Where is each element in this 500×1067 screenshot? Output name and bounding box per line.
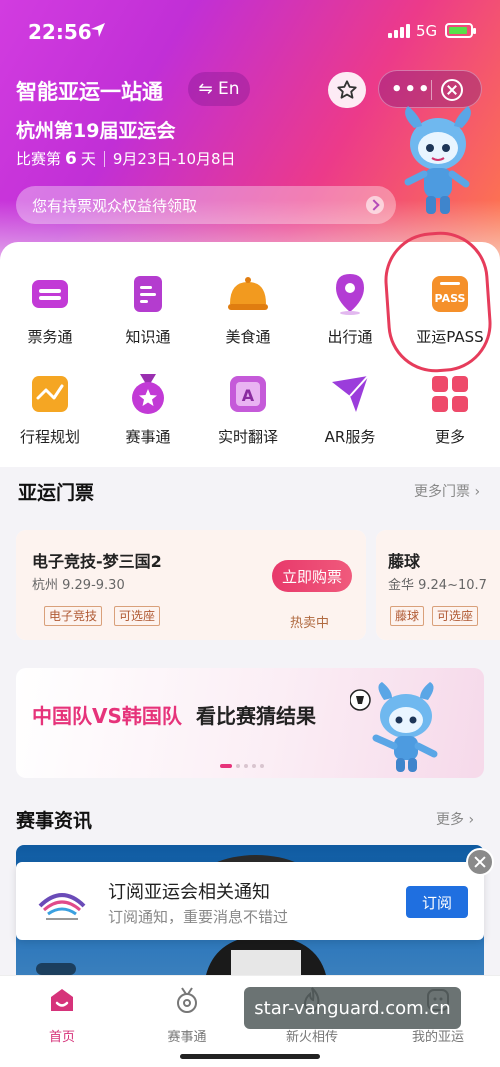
- service-label: 出行通: [327, 328, 373, 346]
- highlight-ring: [381, 228, 495, 376]
- subscribe-notification-card: 订阅亚运会相关通知 订阅通知，重要消息不错过 订阅: [16, 862, 484, 940]
- service-label: 票务通: [27, 328, 73, 346]
- service-label: 更多: [434, 428, 465, 446]
- tab-label: 赛事通: [167, 1030, 207, 1045]
- buy-ticket-button[interactable]: 立即购票: [272, 560, 352, 592]
- close-icon[interactable]: [466, 848, 494, 876]
- carousel-indicator: [220, 764, 264, 768]
- ticket-icon: [28, 272, 72, 316]
- notice-text: 您有持票观众权益待领取: [32, 196, 198, 215]
- signal-icon: [388, 24, 410, 38]
- service-label: 美食通: [225, 328, 271, 346]
- day-suffix: 天: [80, 150, 96, 168]
- mascot-soccer-image: [350, 682, 438, 772]
- service-trip-planning[interactable]: 行程规划: [2, 372, 98, 447]
- more-grid-icon: [428, 372, 472, 416]
- ticket-name: 电子竞技-梦三国2: [32, 552, 162, 571]
- food-cover-icon: [226, 272, 270, 316]
- service-label: AR服务: [324, 428, 376, 446]
- translate-icon-text: A: [242, 386, 255, 405]
- ticket-status: 热卖中: [290, 616, 330, 631]
- medal-icon: [126, 372, 170, 416]
- ticket-info: 杭州 9.29-9.30: [32, 578, 125, 593]
- day-number: 6: [65, 148, 77, 169]
- asian-games-logo: [38, 893, 86, 920]
- prediction-banner[interactable]: 中国队VS韩国队 看比赛猜结果: [16, 668, 484, 778]
- service-translation[interactable]: A 实时翻译: [200, 372, 296, 447]
- status-bar: 22:56 5G: [0, 0, 500, 60]
- service-label: 知识通: [125, 328, 171, 346]
- more-tickets-label: 更多门票: [414, 484, 470, 500]
- close-miniapp-icon[interactable]: [441, 79, 463, 101]
- more-news-link[interactable]: 更多 ›: [436, 809, 474, 829]
- games-day-info: 比赛第 6 天 9月23日-10月8日: [16, 148, 236, 169]
- service-label: 赛事通: [125, 428, 171, 446]
- ticket-card[interactable]: 藤球 金华 9.24~10.7 藤球 可选座: [376, 530, 500, 640]
- mascot-image: [404, 106, 471, 214]
- subscribe-description: 订阅通知，重要消息不错过: [108, 908, 289, 926]
- battery-icon: [445, 23, 476, 38]
- home-indicator: [180, 1054, 320, 1059]
- language-toggle-button[interactable]: ⇋ En: [188, 72, 250, 106]
- banner-cta-text: 看比赛猜结果: [196, 704, 316, 728]
- ticket-tag: 电子竞技: [44, 606, 103, 626]
- more-options-icon[interactable]: •••: [391, 79, 432, 100]
- service-knowledge[interactable]: 知识通: [100, 272, 196, 347]
- trip-chart-icon: [28, 372, 72, 416]
- star-icon: [337, 80, 357, 99]
- location-arrow-icon: [91, 23, 105, 37]
- ticket-name: 藤球: [388, 552, 421, 571]
- games-title: 杭州第19届亚运会: [16, 120, 176, 142]
- medal-tab-icon: [177, 987, 197, 1013]
- ticket-card[interactable]: 电子竞技-梦三国2 杭州 9.29-9.30 电子竞技 可选座 立即购票 热卖中: [16, 530, 366, 640]
- status-time: 22:56: [28, 20, 92, 44]
- tab-label: 首页: [48, 1030, 75, 1045]
- service-more[interactable]: 更多: [402, 372, 498, 447]
- ar-arrow-icon: [328, 372, 372, 416]
- chevron-right-icon: [366, 196, 384, 214]
- miniapp-capsule: •••: [378, 70, 482, 108]
- day-prefix: 比赛第: [16, 150, 62, 168]
- more-tickets-link[interactable]: 更多门票 ›: [414, 481, 480, 501]
- service-ar[interactable]: AR服务: [302, 372, 398, 447]
- banner-match-text: 中国队VS韩国队: [32, 704, 182, 728]
- ticket-tag: 可选座: [432, 606, 479, 626]
- ticket-tag: 可选座: [114, 606, 161, 626]
- location-pin-icon: [328, 272, 372, 316]
- document-icon: [126, 272, 170, 316]
- ticket-info: 金华 9.24~10.7: [388, 578, 487, 593]
- app-title: 智能亚运一站通: [16, 80, 163, 104]
- more-news-label: 更多: [436, 812, 464, 828]
- ticket-benefit-notice[interactable]: 您有持票观众权益待领取: [16, 186, 396, 224]
- home-icon: [51, 989, 73, 1011]
- service-food[interactable]: 美食通: [200, 272, 296, 347]
- tab-home[interactable]: 首页: [12, 986, 112, 1045]
- tickets-section-title: 亚运门票: [18, 482, 95, 504]
- ticket-tag: 藤球: [390, 606, 425, 626]
- subscribe-button[interactable]: 订阅: [406, 886, 468, 918]
- service-label: 实时翻译: [217, 428, 278, 446]
- news-section-title: 赛事资讯: [16, 810, 93, 832]
- service-events[interactable]: 赛事通: [100, 372, 196, 447]
- watermark: star-vanguard.com.cn: [244, 987, 461, 1029]
- translate-icon: A: [226, 372, 270, 416]
- games-dates: 9月23日-10月8日: [112, 150, 236, 168]
- favorite-button[interactable]: [328, 72, 366, 108]
- service-label: 行程规划: [19, 428, 80, 446]
- subscribe-title: 订阅亚运会相关通知: [108, 882, 270, 903]
- tab-events[interactable]: 赛事通: [137, 986, 237, 1045]
- service-ticketing[interactable]: 票务通: [2, 272, 98, 347]
- network-type: 5G: [416, 22, 438, 40]
